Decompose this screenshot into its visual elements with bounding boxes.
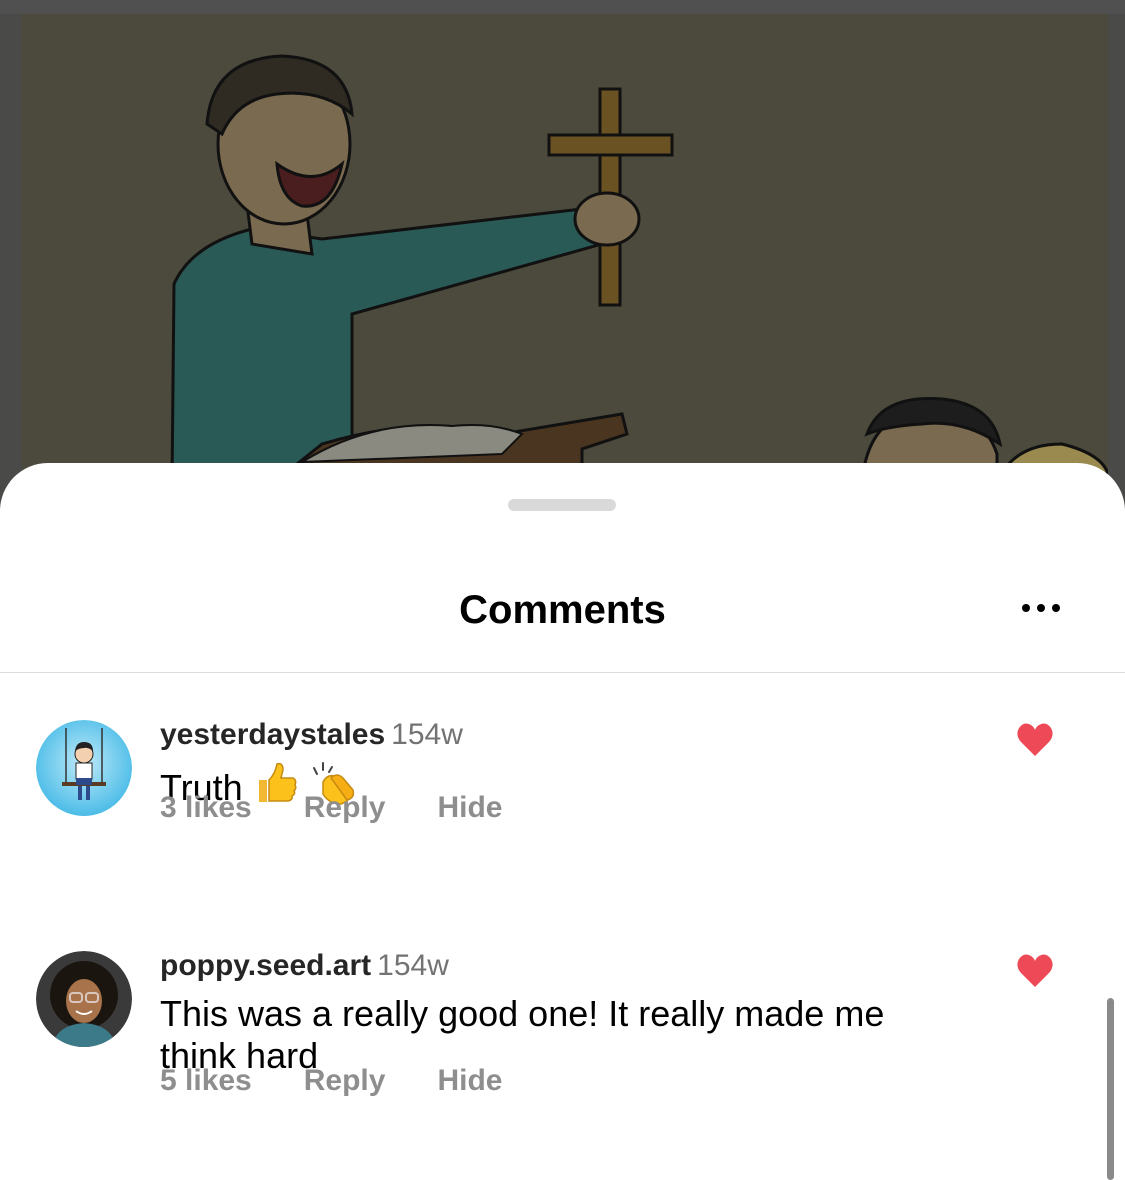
heart-icon[interactable] bbox=[1015, 722, 1055, 758]
heart-icon[interactable] bbox=[1015, 953, 1055, 989]
status-strip bbox=[0, 0, 1125, 14]
comment-timestamp: 154w bbox=[391, 718, 463, 751]
comment-actions: 5 likes Reply Hide bbox=[160, 1064, 502, 1098]
avatar-photo-icon bbox=[36, 951, 132, 1047]
likes-count[interactable]: 3 likes bbox=[160, 791, 252, 825]
comment-username[interactable]: yesterdaystales bbox=[160, 718, 385, 751]
comment-item: yesterdaystales 154w Truth 3 likes Reply … bbox=[0, 718, 1125, 878]
avatar-swing-boy-icon bbox=[36, 720, 132, 816]
comment-timestamp: 154w bbox=[377, 949, 449, 982]
comment-meta: poppy.seed.art 154w bbox=[160, 949, 449, 983]
post-image bbox=[22, 14, 1108, 484]
sheet-title: Comments bbox=[459, 588, 666, 632]
hide-button[interactable]: Hide bbox=[437, 1064, 502, 1098]
sheet-grabber[interactable] bbox=[508, 499, 616, 511]
comments-sheet: Comments yesterdaystales 154w Truth 3 li… bbox=[0, 463, 1125, 1180]
comment-item: poppy.seed.art 154w This was a really goo… bbox=[0, 949, 1125, 1149]
likes-count[interactable]: 5 likes bbox=[160, 1064, 252, 1098]
comment-actions: 3 likes Reply Hide bbox=[160, 791, 502, 825]
avatar[interactable] bbox=[36, 720, 132, 816]
hide-button[interactable]: Hide bbox=[437, 791, 502, 825]
reply-button[interactable]: Reply bbox=[304, 1064, 386, 1098]
ellipsis-icon[interactable] bbox=[1010, 593, 1072, 623]
comment-meta: yesterdaystales 154w bbox=[160, 718, 463, 752]
scrollbar[interactable] bbox=[1107, 998, 1114, 1180]
avatar[interactable] bbox=[36, 951, 132, 1047]
reply-button[interactable]: Reply bbox=[304, 791, 386, 825]
comment-username[interactable]: poppy.seed.art bbox=[160, 949, 371, 982]
header-divider bbox=[0, 672, 1125, 673]
